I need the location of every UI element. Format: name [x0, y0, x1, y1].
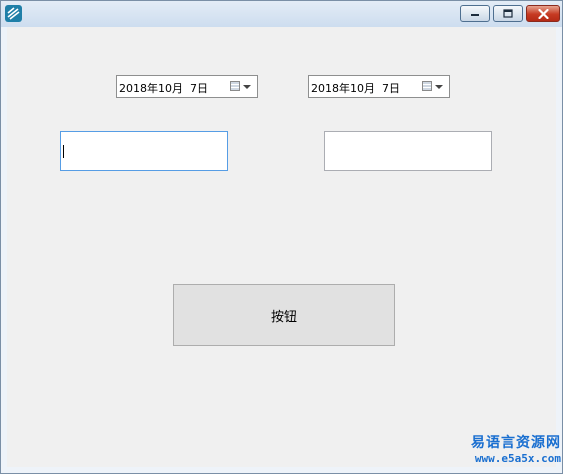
app-window: 2018年10月 7日 2018年10月 7日 按钮 易语言资源网 www.e5… [0, 0, 563, 474]
date-picker-2-value: 2018年10月 7日 [311, 82, 400, 95]
watermark-url: www.e5a5x.com [474, 452, 561, 465]
text-input-1[interactable] [60, 131, 228, 171]
minimize-button[interactable] [460, 5, 490, 22]
close-button[interactable] [526, 5, 560, 22]
app-icon[interactable] [5, 5, 22, 22]
maximize-icon [503, 9, 513, 18]
maximize-button[interactable] [493, 5, 523, 22]
chevron-down-icon[interactable] [243, 85, 251, 89]
date-picker-1[interactable]: 2018年10月 7日 [116, 75, 258, 98]
calendar-icon[interactable] [230, 81, 240, 91]
client-area: 2018年10月 7日 2018年10月 7日 按钮 [7, 27, 556, 467]
minimize-icon [471, 13, 479, 16]
action-button[interactable]: 按钮 [173, 284, 395, 346]
app-icon-glyph [6, 6, 21, 21]
date-picker-1-value: 2018年10月 7日 [119, 82, 208, 95]
text-input-2[interactable] [324, 131, 492, 171]
chevron-down-icon[interactable] [435, 85, 443, 89]
watermark-name: 易语言资源网 [471, 435, 561, 451]
close-icon [537, 8, 549, 19]
date-picker-2[interactable]: 2018年10月 7日 [308, 75, 450, 98]
calendar-icon[interactable] [422, 81, 432, 91]
watermark: 易语言资源网 www.e5a5x.com [441, 435, 561, 467]
text-caret [63, 145, 64, 158]
title-bar[interactable] [1, 1, 562, 27]
